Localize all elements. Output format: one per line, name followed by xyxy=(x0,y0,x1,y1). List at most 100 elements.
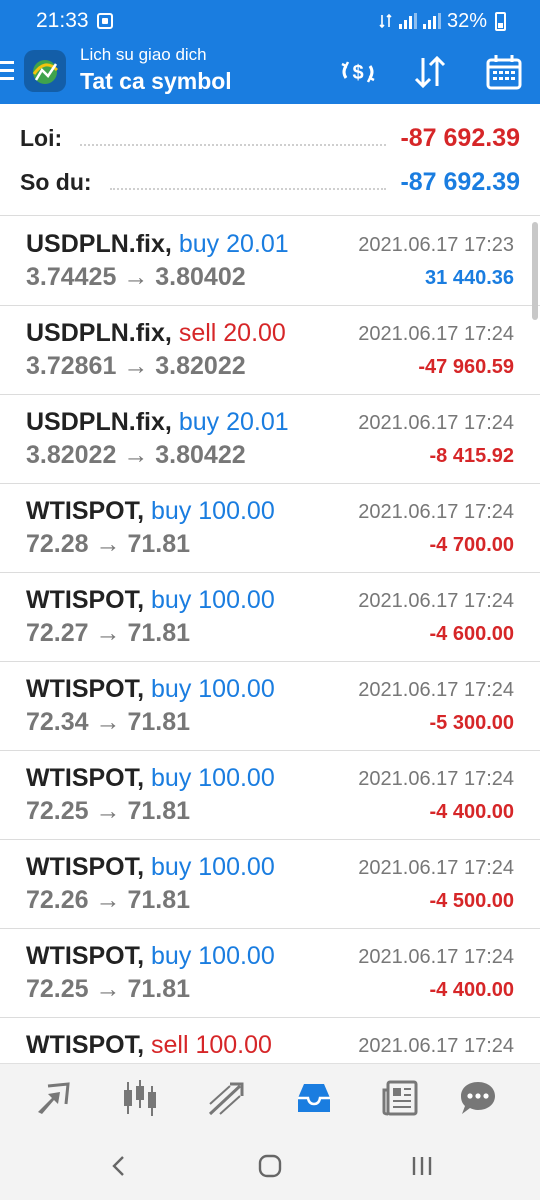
deal-side: buy 100.00 xyxy=(151,675,275,703)
deal-time: 2021.06.17 17:24 xyxy=(358,946,514,968)
deal-row[interactable]: WTISPOT, buy 100.00 72.26 → 71.81 2021.06.… xyxy=(0,840,540,929)
deal-prices: 72.25 → 71.81 xyxy=(26,975,191,1003)
deal-symbol: WTISPOT, xyxy=(26,497,145,525)
app-title-wrap[interactable]: Lich su giao dich Tat ca symbol xyxy=(80,45,232,97)
home-icon[interactable] xyxy=(255,1151,285,1181)
wifi-data-icon xyxy=(379,13,392,29)
deal-side: buy 20.01 xyxy=(178,230,289,258)
balance-label: So du: xyxy=(20,168,92,195)
recents-icon[interactable] xyxy=(407,1151,437,1181)
deal-side: buy 100.00 xyxy=(151,764,275,792)
deal-row[interactable]: USDPLN.fix, sell 20.00 3.72861 → 3.82022 2… xyxy=(0,306,540,395)
deal-symbol: WTISPOT, xyxy=(26,764,145,792)
deal-prices: 3.82022 → 3.80422 xyxy=(26,441,246,469)
deal-row[interactable]: WTISPOT, buy 100.00 72.25 → 71.81 2021.06.… xyxy=(0,751,540,840)
app-subtitle: Lich su giao dich xyxy=(80,45,207,64)
app-logo xyxy=(24,50,66,92)
deal-profit: -4 400.00 xyxy=(429,801,514,823)
deal-side: buy 100.00 xyxy=(151,942,275,970)
deal-symbol-line: USDPLN.fix, buy 20.01 xyxy=(26,408,289,437)
deal-profit: -4 400.00 xyxy=(429,979,514,1001)
deals-list[interactable]: USDPLN.fix, buy 20.01 3.74425 → 3.80402 20… xyxy=(0,217,540,1063)
sort-arrows-icon[interactable] xyxy=(410,52,450,92)
deal-profit: -4 500.00 xyxy=(429,890,514,912)
deal-time: 2021.06.17 17:24 xyxy=(358,768,514,790)
deal-side: sell 20.00 xyxy=(178,319,286,347)
deal-symbol-line: WTISPOT, buy 100.00 xyxy=(26,942,275,971)
system-nav xyxy=(0,1131,540,1200)
deal-time: 2021.06.17 17:24 xyxy=(358,412,514,434)
deal-prices: 72.34 → 71.81 xyxy=(26,708,191,736)
deal-time: 2021.06.17 17:24 xyxy=(358,501,514,523)
deal-symbol: WTISPOT, xyxy=(26,675,145,703)
deal-profit: -4 600.00 xyxy=(429,623,514,645)
battery-icon xyxy=(495,11,506,31)
deal-profit: 31 440.36 xyxy=(425,267,514,289)
deal-time: 2021.06.17 17:24 xyxy=(358,679,514,701)
deal-prices: 3.74425 → 3.80402 xyxy=(26,263,246,291)
deal-symbol: WTISPOT, xyxy=(26,1031,145,1059)
deal-symbol: USDPLN.fix, xyxy=(26,230,172,258)
deal-profit: -8 415.92 xyxy=(429,445,514,467)
deal-profit: -4 700.00 xyxy=(429,534,514,556)
app-title: Tat ca symbol xyxy=(80,68,232,94)
deal-row[interactable]: WTISPOT, buy 100.00 72.27 → 71.81 2021.06.… xyxy=(0,573,540,662)
signal-icon xyxy=(398,13,417,29)
profit-label: Loi: xyxy=(20,124,63,151)
signal-icon-2 xyxy=(422,13,441,29)
deal-row[interactable]: WTISPOT, buy 100.00 72.25 → 71.81 2021.06.… xyxy=(0,929,540,1018)
deal-row[interactable]: WTISPOT, buy 100.00 72.28 → 71.81 2021.06.… xyxy=(0,484,540,573)
back-icon[interactable] xyxy=(104,1151,134,1181)
svg-text:$: $ xyxy=(352,62,363,84)
deal-time: 2021.06.17 17:23 xyxy=(358,234,514,256)
status-right: 32% xyxy=(379,10,506,33)
deal-row[interactable]: WTISPOT, sell 100.00 2021.06.17 17:24 xyxy=(0,1018,540,1063)
dotted-leader xyxy=(80,144,387,146)
summary-panel: Loi: -87 692.39 So du: -87 692.39 xyxy=(0,104,540,216)
deal-prices: 3.72861 → 3.82022 xyxy=(26,352,246,380)
deal-side: sell 100.00 xyxy=(151,1031,272,1059)
menu-icon[interactable] xyxy=(0,61,14,83)
deal-time: 2021.06.17 17:24 xyxy=(358,857,514,879)
deal-symbol-line: WTISPOT, buy 100.00 xyxy=(26,764,275,793)
deal-symbol-line: WTISPOT, sell 100.00 xyxy=(26,1031,272,1060)
deal-symbol: WTISPOT, xyxy=(26,853,145,881)
status-time: 21:33 xyxy=(36,9,89,32)
deal-symbol-line: USDPLN.fix, sell 20.00 xyxy=(26,319,286,348)
deal-side: buy 100.00 xyxy=(151,853,275,881)
deal-row[interactable]: USDPLN.fix, buy 20.01 3.74425 → 3.80402 20… xyxy=(0,217,540,306)
deal-row[interactable]: USDPLN.fix, buy 20.01 3.82022 → 3.80422 20… xyxy=(0,395,540,484)
bottom-nav xyxy=(0,1063,540,1131)
news-icon[interactable] xyxy=(380,1078,420,1118)
history-icon[interactable] xyxy=(294,1078,334,1118)
profit-row: Loi: -87 692.39 xyxy=(20,118,520,158)
deal-profit: -5 300.00 xyxy=(429,712,514,734)
deal-symbol: USDPLN.fix, xyxy=(26,319,172,347)
deal-side: buy 100.00 xyxy=(151,586,275,614)
deal-side: buy 20.01 xyxy=(178,408,289,436)
quotes-icon[interactable] xyxy=(34,1078,74,1118)
dollar-exchange-icon[interactable]: $ xyxy=(338,52,378,92)
deal-symbol-line: WTISPOT, buy 100.00 xyxy=(26,853,275,882)
trade-icon[interactable] xyxy=(206,1078,246,1118)
deal-prices: 72.26 → 71.81 xyxy=(26,886,191,914)
scrollbar-thumb[interactable] xyxy=(532,222,538,320)
deal-symbol: WTISPOT, xyxy=(26,586,145,614)
deal-prices: 72.28 → 71.81 xyxy=(26,530,191,558)
deal-time: 2021.06.17 17:24 xyxy=(358,590,514,612)
screenshot-indicator-icon xyxy=(96,13,113,29)
chat-icon[interactable] xyxy=(458,1078,498,1118)
deal-row[interactable]: WTISPOT, buy 100.00 72.34 → 71.81 2021.06.… xyxy=(0,662,540,751)
status-bar: 21:33 32% xyxy=(0,0,540,42)
dotted-leader xyxy=(109,188,387,190)
chart-icon[interactable] xyxy=(120,1078,160,1118)
deal-profit: -47 960.59 xyxy=(418,356,514,378)
deal-time: 2021.06.17 17:24 xyxy=(358,1035,514,1057)
deal-symbol-line: WTISPOT, buy 100.00 xyxy=(26,497,275,526)
deal-symbol: WTISPOT, xyxy=(26,942,145,970)
balance-row: So du: -87 692.39 xyxy=(20,162,520,202)
deal-side: buy 100.00 xyxy=(151,497,275,525)
calendar-icon[interactable] xyxy=(484,52,524,92)
deal-symbol: USDPLN.fix, xyxy=(26,408,172,436)
balance-value: -87 692.39 xyxy=(400,167,520,196)
